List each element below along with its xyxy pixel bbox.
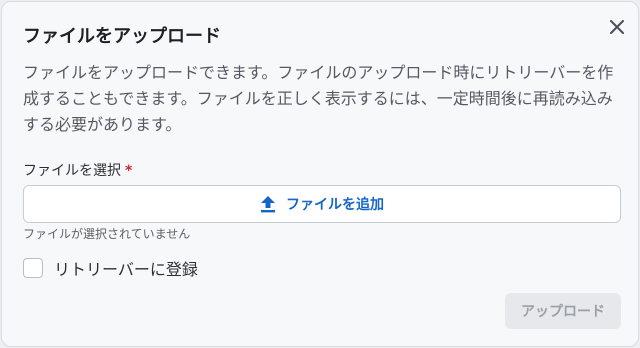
retriever-checkbox-label: リトリーバーに登録 <box>54 260 198 279</box>
add-file-label: ファイルを追加 <box>286 197 384 213</box>
dialog-description: ファイルをアップロードできます。ファイルのアップロード時にリトリーバーを作成する… <box>23 63 614 134</box>
file-status-text: ファイルが選択されていません <box>23 227 191 241</box>
retriever-checkbox[interactable] <box>23 258 43 278</box>
file-field-label: ファイルを選択 * <box>23 160 132 180</box>
add-file-button[interactable]: ファイルを追加 <box>23 185 621 223</box>
file-field-label-text: ファイルを選択 <box>23 163 121 179</box>
upload-dialog: ファイルをアップロード ファイルをアップロードできます。ファイルのアップロード時… <box>1 1 639 347</box>
retriever-checkbox-row[interactable]: リトリーバーに登録 <box>23 256 198 280</box>
upload-icon <box>261 196 275 213</box>
dialog-title: ファイルをアップロード <box>23 26 221 47</box>
close-button[interactable] <box>606 16 628 38</box>
required-mark: * <box>125 163 133 179</box>
close-icon <box>610 20 624 34</box>
upload-button[interactable]: アップロード <box>505 293 621 329</box>
